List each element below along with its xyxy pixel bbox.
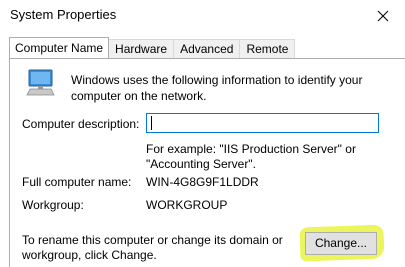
description-input[interactable] [146,113,379,133]
description-label: Computer description: [22,117,140,131]
tab-strip: Computer Name Hardware Advanced Remote [9,37,296,58]
tab-computer-name[interactable]: Computer Name [9,37,110,58]
tab-hardware[interactable]: Hardware [108,39,175,58]
computer-icon [26,69,55,96]
close-icon [377,10,389,22]
tab-advanced[interactable]: Advanced [173,39,241,58]
title-bar: System Properties [0,0,405,32]
tab-remote[interactable]: Remote [239,39,296,58]
info-text: Windows uses the following information t… [71,73,363,103]
workgroup-value: WORKGROUP [146,198,228,212]
change-button[interactable]: Change... [305,232,377,255]
full-name-label: Full computer name: [22,175,132,189]
rename-text: To rename this computer or change its do… [22,233,283,262]
close-button[interactable] [361,0,405,32]
example-text: For example: "IIS Production Server" or … [146,142,356,171]
full-name-value: WIN-4G8G9F1LDDR [146,175,259,189]
window-title: System Properties [10,7,117,22]
text-caret [151,116,152,130]
workgroup-label: Workgroup: [22,198,84,212]
